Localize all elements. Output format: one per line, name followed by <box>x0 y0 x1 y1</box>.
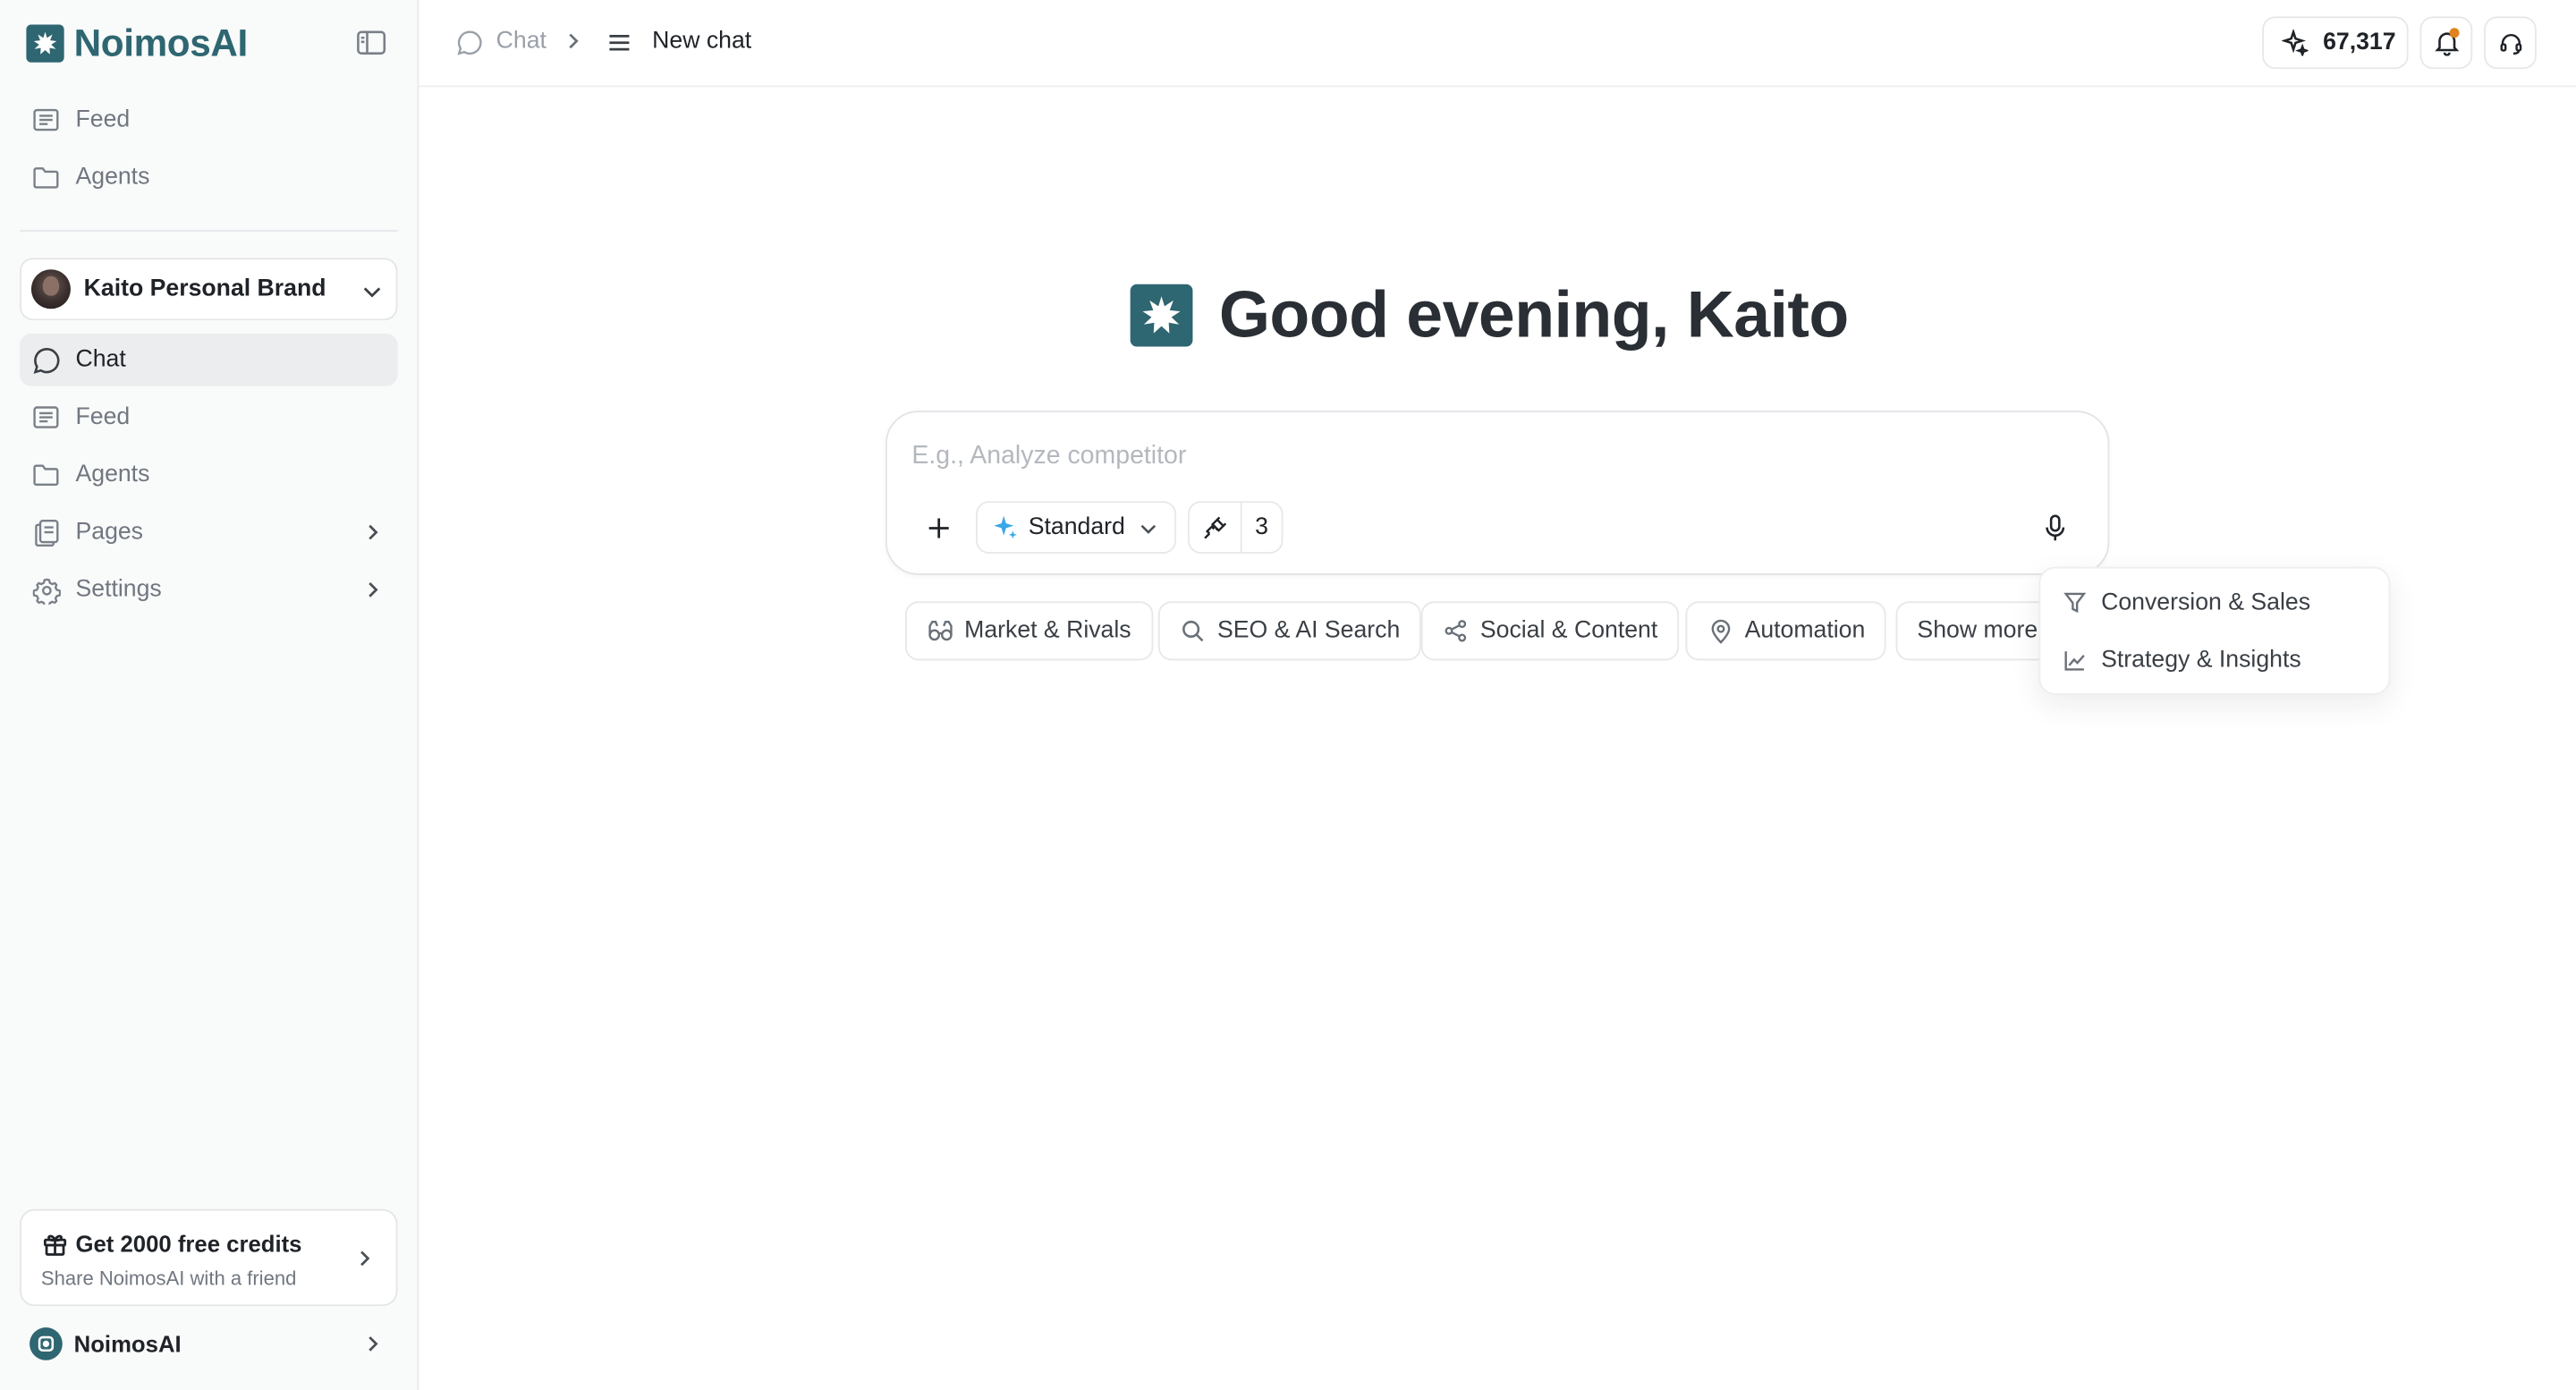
account-switcher[interactable]: NoimosAI <box>20 1319 397 1369</box>
menu-item-label: Conversion & Sales <box>2101 589 2311 616</box>
map-pin-icon <box>1707 618 1733 644</box>
brand-logo-icon <box>1130 284 1193 347</box>
sidebar-item-label: Agents <box>75 164 150 191</box>
binoculars-icon <box>927 618 953 644</box>
sidebar-item-label: Chat <box>75 346 126 373</box>
sidebar-item-agents-top[interactable]: Agents <box>20 151 397 204</box>
suggestion-chip-market-rivals[interactable]: Market & Rivals <box>905 601 1153 661</box>
greeting: Good evening, Kaito <box>1130 273 1849 359</box>
menu-item-label: Strategy & Insights <box>2101 647 2301 674</box>
top-bar: Chat New chat 67,317 <box>419 0 2576 88</box>
add-attachment-button[interactable] <box>920 509 956 545</box>
gear-icon <box>31 575 61 605</box>
greeting-text: Good evening, Kaito <box>1218 278 1849 352</box>
sidebar-item-label: Agents <box>75 462 150 488</box>
breadcrumb-current: New chat <box>652 28 752 55</box>
tools-count: 3 <box>1255 513 1268 541</box>
chevron-down-icon <box>360 279 383 302</box>
suggestion-chip-social-content[interactable]: Social & Content <box>1420 601 1680 661</box>
plug-icon <box>1190 503 1242 553</box>
prompt-input[interactable] <box>911 436 2029 477</box>
tools-button[interactable]: 3 <box>1187 501 1284 554</box>
line-chart-icon <box>2062 648 2087 674</box>
chevron-right-icon <box>361 1333 385 1356</box>
chat-bubble-icon <box>455 28 485 57</box>
brand-name: NoimosAI <box>73 20 249 64</box>
account-name: NoimosAI <box>73 1330 182 1358</box>
notifications-button[interactable] <box>2419 16 2473 70</box>
folder-icon <box>31 163 61 192</box>
chip-label: Market & Rivals <box>964 617 1131 644</box>
plus-icon <box>926 515 951 540</box>
sidebar-item-chat[interactable]: Chat <box>20 333 398 386</box>
search-icon <box>1180 618 1206 644</box>
sidebar-item-settings[interactable]: Settings <box>20 564 397 616</box>
headset-icon <box>2498 30 2523 55</box>
chip-label: Social & Content <box>1479 617 1658 644</box>
feed-icon <box>31 106 61 135</box>
suggestion-chip-automation[interactable]: Automation <box>1685 601 1887 661</box>
voice-input-button[interactable] <box>2038 509 2073 545</box>
chevron-right-icon <box>562 30 585 53</box>
pages-icon <box>31 518 61 547</box>
show-more-button[interactable]: Show more <box>1895 601 2055 661</box>
share-icon <box>1443 618 1469 644</box>
promo-title: Get 2000 free credits <box>75 1230 302 1258</box>
chevron-down-icon <box>1137 518 1158 539</box>
promo-subtitle: Share NoimosAI with a friend <box>40 1267 297 1290</box>
workspace-selector[interactable]: Kaito Personal Brand <box>20 258 398 321</box>
model-label: Standard <box>1028 513 1125 541</box>
notification-dot <box>2449 28 2460 38</box>
chip-label: SEO & AI Search <box>1216 617 1401 644</box>
chevron-right-icon <box>361 521 385 544</box>
chevron-right-icon <box>353 1247 377 1270</box>
more-suggestions-menu: Conversion & Sales Strategy & Insights <box>2038 566 2391 695</box>
funnel-icon <box>2062 590 2087 615</box>
gift-icon <box>41 1231 67 1257</box>
brand-logo-icon <box>26 23 64 62</box>
brand[interactable]: NoimosAI <box>26 20 249 65</box>
chat-list-icon[interactable] <box>605 28 634 57</box>
menu-item-conversion-sales[interactable]: Conversion & Sales <box>2050 577 2382 630</box>
sidebar-item-label: Feed <box>75 106 131 133</box>
sidebar-item-agents[interactable]: Agents <box>20 448 397 501</box>
account-logo-icon <box>30 1327 63 1360</box>
app-root: NoimosAI Feed Agents Kaito Personal Bran… <box>0 0 2576 1390</box>
chat-composer: Standard 3 <box>885 411 2110 575</box>
model-selector[interactable]: Standard <box>975 501 1177 554</box>
menu-item-strategy-insights[interactable]: Strategy & Insights <box>2050 634 2382 687</box>
chip-label: Automation <box>1744 617 1866 644</box>
promo-title-row: Get 2000 free credits <box>41 1230 302 1258</box>
sparkle-icon <box>991 513 1021 542</box>
sidebar-divider <box>20 230 398 232</box>
microphone-icon <box>2044 513 2067 541</box>
breadcrumb-root[interactable]: Chat <box>496 28 547 54</box>
chat-bubble-icon <box>31 345 61 375</box>
sidebar-item-label: Feed <box>75 403 131 431</box>
support-button[interactable] <box>2484 16 2537 70</box>
credits-button[interactable]: 67,317 <box>2262 16 2409 70</box>
workspace-name: Kaito Personal Brand <box>83 275 326 302</box>
credits-count: 67,317 <box>2323 30 2396 56</box>
sidebar-item-pages[interactable]: Pages <box>20 506 397 559</box>
sidebar-item-feed-top[interactable]: Feed <box>20 94 397 147</box>
sparkle-icon <box>2280 28 2309 57</box>
folder-icon <box>31 460 61 489</box>
avatar <box>30 269 71 309</box>
sidebar-item-label: Settings <box>75 576 162 604</box>
sidebar: NoimosAI Feed Agents Kaito Personal Bran… <box>0 0 419 1390</box>
chip-label: Show more <box>1917 617 2038 644</box>
feed-icon <box>31 403 61 432</box>
sidebar-item-feed[interactable]: Feed <box>20 391 397 444</box>
chevron-right-icon <box>361 579 385 602</box>
suggestion-chip-seo-ai-search[interactable]: SEO & AI Search <box>1157 601 1422 661</box>
sidebar-toggle-icon[interactable] <box>355 26 388 59</box>
referral-promo-card[interactable]: Get 2000 free credits Share NoimosAI wit… <box>20 1208 398 1307</box>
sidebar-item-label: Pages <box>75 519 144 546</box>
